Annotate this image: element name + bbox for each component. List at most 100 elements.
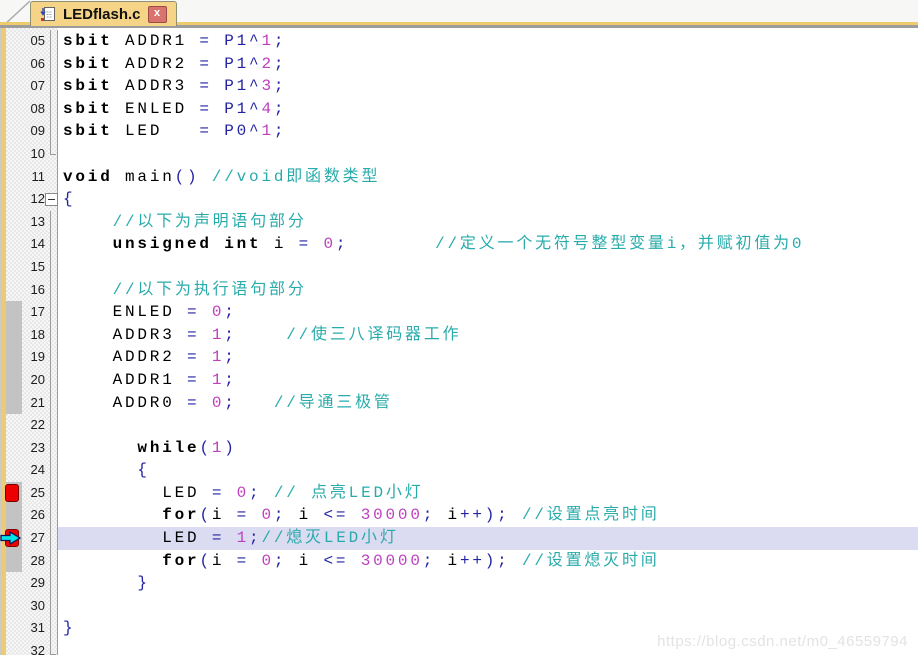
code-editor[interactable]: 05 sbit ADDR1 = P1^1; 06 sbit ADDR2 = P1^2;…: [0, 28, 918, 655]
code-cell[interactable]: while(1): [57, 436, 918, 460]
line-number: 18: [30, 326, 45, 342]
breakpoint-margin[interactable]: [6, 504, 22, 528]
code-line[interactable]: 23 while(1): [0, 436, 918, 460]
code-line[interactable]: 12 {: [0, 188, 918, 211]
code-line[interactable]: 09 sbit LED = P0^1;: [0, 120, 918, 143]
code-line[interactable]: 05 sbit ADDR1 = P1^1;: [0, 30, 918, 53]
breakpoint-margin[interactable]: [6, 595, 22, 618]
code-cell[interactable]: {: [57, 459, 918, 482]
breakpoint-margin[interactable]: [6, 346, 22, 369]
code-line[interactable]: 14 unsigned int i = 0; //定义一个无符号整型变量i，并赋…: [0, 233, 918, 256]
breakpoint-margin[interactable]: [6, 120, 22, 143]
breakpoint-margin[interactable]: [6, 549, 22, 573]
code-line[interactable]: 18 ADDR3 = 1; //使三八译码器工作: [0, 323, 918, 347]
breakpoint-margin[interactable]: [6, 617, 22, 640]
breakpoint-margin[interactable]: [6, 279, 22, 302]
fold-end-marker: [50, 142, 56, 155]
line-number: 11: [31, 168, 46, 184]
code-line[interactable]: 07 sbit ADDR3 = P1^3;: [0, 75, 918, 98]
tab-ledflash[interactable]: LEDflash.c x: [30, 1, 177, 26]
breakpoint-margin[interactable]: [6, 368, 22, 392]
code-cell[interactable]: ADDR2 = 1;: [57, 346, 918, 369]
breakpoint-margin[interactable]: [6, 640, 22, 655]
breakpoint-margin[interactable]: [6, 233, 22, 256]
code-cell[interactable]: //以下为声明语句部分: [57, 210, 918, 234]
breakpoint-margin[interactable]: [6, 391, 22, 415]
code-line[interactable]: 20 ADDR1 = 1;: [0, 368, 918, 392]
breakpoint-margin[interactable]: [0, 527, 22, 550]
line-number: 24: [30, 462, 45, 478]
line-number: 15: [30, 258, 45, 274]
code-line[interactable]: 13 //以下为声明语句部分: [0, 210, 918, 234]
breakpoint-margin[interactable]: [6, 53, 22, 76]
code-line[interactable]: 06 sbit ADDR2 = P1^2;: [0, 52, 918, 76]
breakpoint-margin[interactable]: [5, 481, 22, 505]
breakpoint-marker[interactable]: [5, 483, 19, 502]
code-cell[interactable]: sbit LED = P0^1;: [57, 120, 918, 143]
breakpoint-margin[interactable]: [6, 98, 22, 121]
code-cell[interactable]: sbit ADDR2 = P1^2;: [57, 52, 918, 76]
code-text: ADDR0 = 0; //导通三极管: [63, 393, 393, 412]
code-cell[interactable]: ENLED = 0;: [57, 301, 918, 324]
code-line[interactable]: 19 ADDR2 = 1;: [0, 346, 918, 369]
code-line[interactable]: 24 {: [0, 459, 918, 482]
breakpoint-margin[interactable]: [6, 414, 22, 437]
code-line[interactable]: 15: [0, 255, 918, 279]
fold-column: [45, 527, 57, 550]
code-line[interactable]: 17 ENLED = 0;: [0, 301, 918, 324]
fold-toggle-icon[interactable]: [45, 193, 58, 207]
close-tab-button[interactable]: x: [147, 5, 167, 23]
code-cell[interactable]: [57, 594, 918, 618]
breakpoint-margin[interactable]: [6, 301, 22, 324]
fold-guide-line: [50, 120, 51, 143]
code-cell[interactable]: ADDR3 = 1; //使三八译码器工作: [57, 323, 918, 347]
breakpoint-margin[interactable]: [6, 437, 22, 460]
code-line[interactable]: 29 }: [0, 572, 918, 595]
code-cell[interactable]: LED = 0; // 点亮LED小灯: [57, 481, 918, 505]
code-cell[interactable]: void main() //void即函数类型: [57, 165, 918, 189]
code-cell[interactable]: [57, 142, 918, 166]
breakpoint-margin[interactable]: [6, 30, 22, 53]
code-cell[interactable]: sbit ADDR1 = P1^1;: [57, 30, 918, 53]
code-cell[interactable]: [57, 414, 918, 437]
line-number: 07: [30, 78, 45, 94]
breakpoint-margin[interactable]: [6, 572, 22, 595]
code-cell[interactable]: sbit ADDR3 = P1^3;: [57, 75, 918, 98]
breakpoint-margin[interactable]: [6, 211, 22, 234]
code-line[interactable]: 22: [0, 414, 918, 437]
code-line[interactable]: 30: [0, 594, 918, 618]
code-line[interactable]: 11 void main() //void即函数类型: [0, 165, 918, 189]
code-line[interactable]: 27 LED = 1;//熄灭LED小灯: [0, 527, 918, 550]
code-cell[interactable]: }: [57, 572, 918, 595]
code-cell[interactable]: ADDR1 = 1;: [57, 368, 918, 392]
code-cell[interactable]: sbit ENLED = P1^4;: [57, 97, 918, 121]
code-cell[interactable]: [57, 255, 918, 279]
code-line[interactable]: 26 for(i = 0; i <= 30000; i++); //设置点亮时间: [0, 504, 918, 528]
code-cell[interactable]: LED = 1;//熄灭LED小灯: [57, 527, 918, 550]
breakpoint-margin[interactable]: [6, 256, 22, 279]
code-cell[interactable]: {: [57, 188, 918, 211]
code-cell[interactable]: for(i = 0; i <= 30000; i++); //设置熄灭时间: [57, 549, 918, 573]
fold-guide-line: [50, 323, 51, 347]
fold-column: [45, 255, 57, 279]
code-text: //以下为执行语句部分: [112, 280, 307, 299]
code-cell[interactable]: for(i = 0; i <= 30000; i++); //设置点亮时间: [57, 504, 918, 528]
code-line[interactable]: 10: [0, 142, 918, 166]
line-number: 22: [30, 417, 45, 433]
line-number: 13: [30, 213, 45, 229]
breakpoint-margin[interactable]: [6, 323, 22, 347]
code-line[interactable]: 08 sbit ENLED = P1^4;: [0, 97, 918, 121]
code-cell[interactable]: //以下为执行语句部分: [57, 278, 918, 302]
breakpoint-margin[interactable]: [6, 75, 22, 98]
code-line[interactable]: 25 LED = 0; // 点亮LED小灯: [0, 481, 918, 505]
breakpoint-margin[interactable]: [6, 459, 22, 482]
breakpoint-margin[interactable]: [6, 188, 22, 211]
line-number: 08: [30, 100, 45, 116]
code-line[interactable]: 28 for(i = 0; i <= 30000; i++); //设置熄灭时间: [0, 549, 918, 573]
code-line[interactable]: 16 //以下为执行语句部分: [0, 278, 918, 302]
code-line[interactable]: 21 ADDR0 = 0; //导通三极管: [0, 391, 918, 415]
code-cell[interactable]: ADDR0 = 0; //导通三极管: [57, 391, 918, 415]
code-cell[interactable]: unsigned int i = 0; //定义一个无符号整型变量i，并赋初值为…: [57, 233, 918, 256]
breakpoint-margin[interactable]: [6, 143, 22, 166]
breakpoint-margin[interactable]: [6, 166, 22, 189]
